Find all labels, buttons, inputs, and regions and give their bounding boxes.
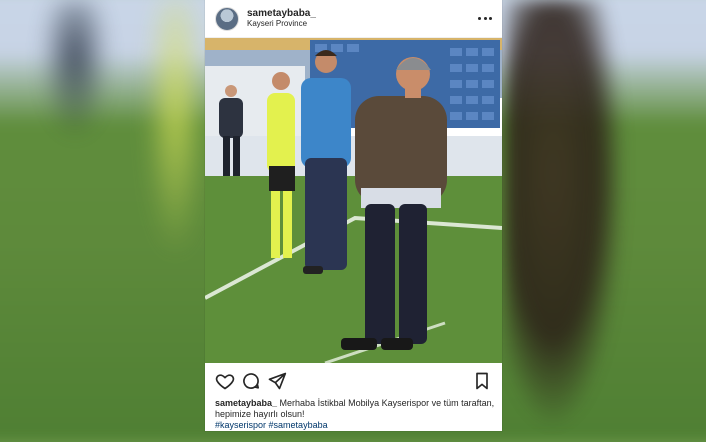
heart-icon[interactable] (215, 371, 235, 391)
post-photo[interactable] (205, 38, 502, 363)
caption-hashtags: #kayserispor #sametaybaba (215, 420, 495, 431)
post-username[interactable]: sametaybaba_ (247, 9, 316, 20)
bookmark-icon[interactable] (472, 371, 492, 391)
blurred-coach-right (505, 0, 625, 431)
comment-icon[interactable] (241, 371, 261, 391)
post-location[interactable]: Kayseri Province (247, 19, 316, 28)
post-header-text: sametaybaba_ Kayseri Province (247, 9, 316, 28)
blurred-figure-left (40, 0, 110, 140)
send-icon[interactable] (267, 371, 287, 391)
post-caption: sametaybaba_ Merhaba İstikbal Mobilya Ka… (215, 398, 495, 431)
blurred-referee-left (148, 0, 203, 260)
avatar[interactable] (215, 6, 239, 31)
hashtag-sametaybaba[interactable]: #sametaybaba (269, 420, 328, 430)
more-horizontal-icon[interactable] (478, 14, 492, 24)
hashtag-kayserispor[interactable]: #kayserispor (215, 420, 266, 430)
post-actions (205, 370, 502, 392)
caption-username[interactable]: sametaybaba_ (215, 398, 277, 408)
post-header: sametaybaba_ Kayseri Province (205, 0, 502, 38)
instagram-post-card: sametaybaba_ Kayseri Province sametaybab… (205, 0, 502, 431)
